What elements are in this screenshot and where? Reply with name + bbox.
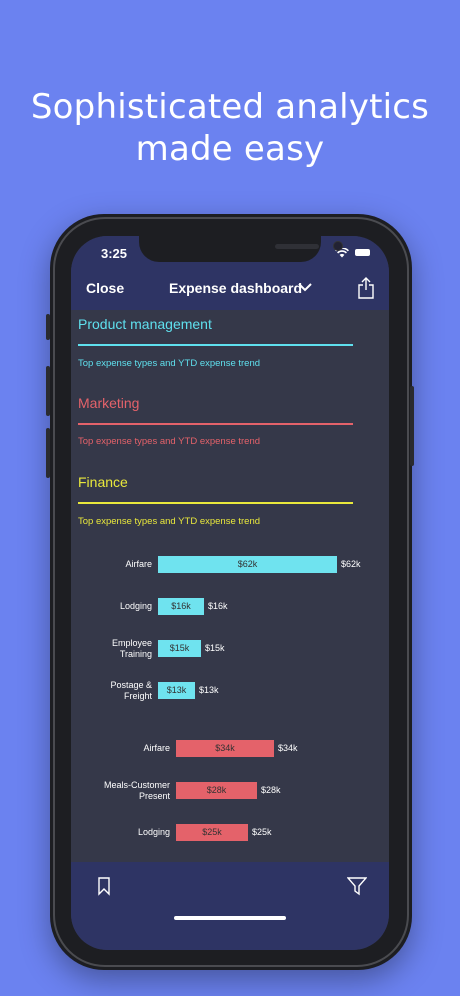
bar-value-label: $34k — [278, 743, 298, 753]
bar-category-label: Airfare — [143, 743, 170, 753]
chevron-down-icon[interactable] — [297, 281, 313, 293]
section-subtitle: Top expense types and YTD expense trend — [78, 358, 261, 369]
bar[interactable]: $15k — [158, 640, 201, 657]
bar-value-label: $28k — [261, 785, 281, 795]
dashboard-title[interactable]: Expense dashboard — [169, 280, 302, 296]
volume-up-button — [46, 366, 50, 416]
silent-switch — [46, 314, 50, 340]
section-title: Marketing — [78, 395, 140, 411]
notch — [139, 236, 343, 262]
section-subtitle: Top expense types and YTD expense trend — [78, 436, 261, 447]
bar-value-label: $15k — [205, 643, 225, 653]
power-button — [410, 386, 414, 466]
app-screen: 3:25 Close Expense dashboard Product man… — [71, 236, 389, 950]
filter-icon[interactable] — [347, 876, 367, 896]
nav-bar: Close Expense dashboard — [71, 272, 389, 310]
section-title: Product management — [78, 316, 212, 332]
bar-category-label: Lodging — [137, 827, 170, 837]
bar-category-label: Lodging — [119, 601, 152, 611]
bar-category-label: Meals-Customer Present — [103, 779, 170, 801]
headline-line-1: Sophisticated analytics — [30, 87, 430, 127]
bar-value-label: $25k — [252, 827, 272, 837]
bookmark-icon[interactable] — [97, 876, 111, 896]
bar[interactable]: $34k — [176, 740, 274, 757]
headline-line-2: made easy — [135, 129, 325, 169]
bar[interactable]: $25k — [176, 824, 248, 841]
battery-icon — [355, 249, 370, 256]
expense-bar-chart: Airfare $62k $62k Lodging $16k $16k Employee Tr… — [71, 556, 389, 866]
home-indicator[interactable] — [174, 916, 286, 920]
speaker — [275, 244, 319, 249]
share-icon[interactable] — [357, 276, 375, 300]
bar-category-label: Airfare — [125, 559, 152, 569]
bar[interactable]: $13k — [158, 682, 195, 699]
camera — [333, 241, 343, 251]
section-title: Finance — [78, 474, 128, 490]
section-subtitle: Top expense types and YTD expense trend — [78, 516, 261, 527]
close-button[interactable]: Close — [86, 280, 124, 296]
section-divider — [78, 344, 353, 346]
section-divider — [78, 502, 353, 504]
bottom-toolbar — [71, 862, 389, 950]
bar-value-label: $62k — [341, 559, 361, 569]
bar-value-label: $13k — [199, 685, 219, 695]
bar[interactable]: $28k — [176, 782, 257, 799]
status-time: 3:25 — [101, 246, 128, 261]
volume-down-button — [46, 428, 50, 478]
bar-category-label: Employee Training — [111, 637, 152, 659]
headline: Sophisticated analytics made easy — [0, 86, 460, 170]
bar[interactable]: $62k — [158, 556, 337, 573]
bar[interactable]: $16k — [158, 598, 204, 615]
section-divider — [78, 423, 353, 425]
bar-value-label: $16k — [208, 601, 228, 611]
bar-category-label: Postage & Freight — [110, 679, 152, 701]
